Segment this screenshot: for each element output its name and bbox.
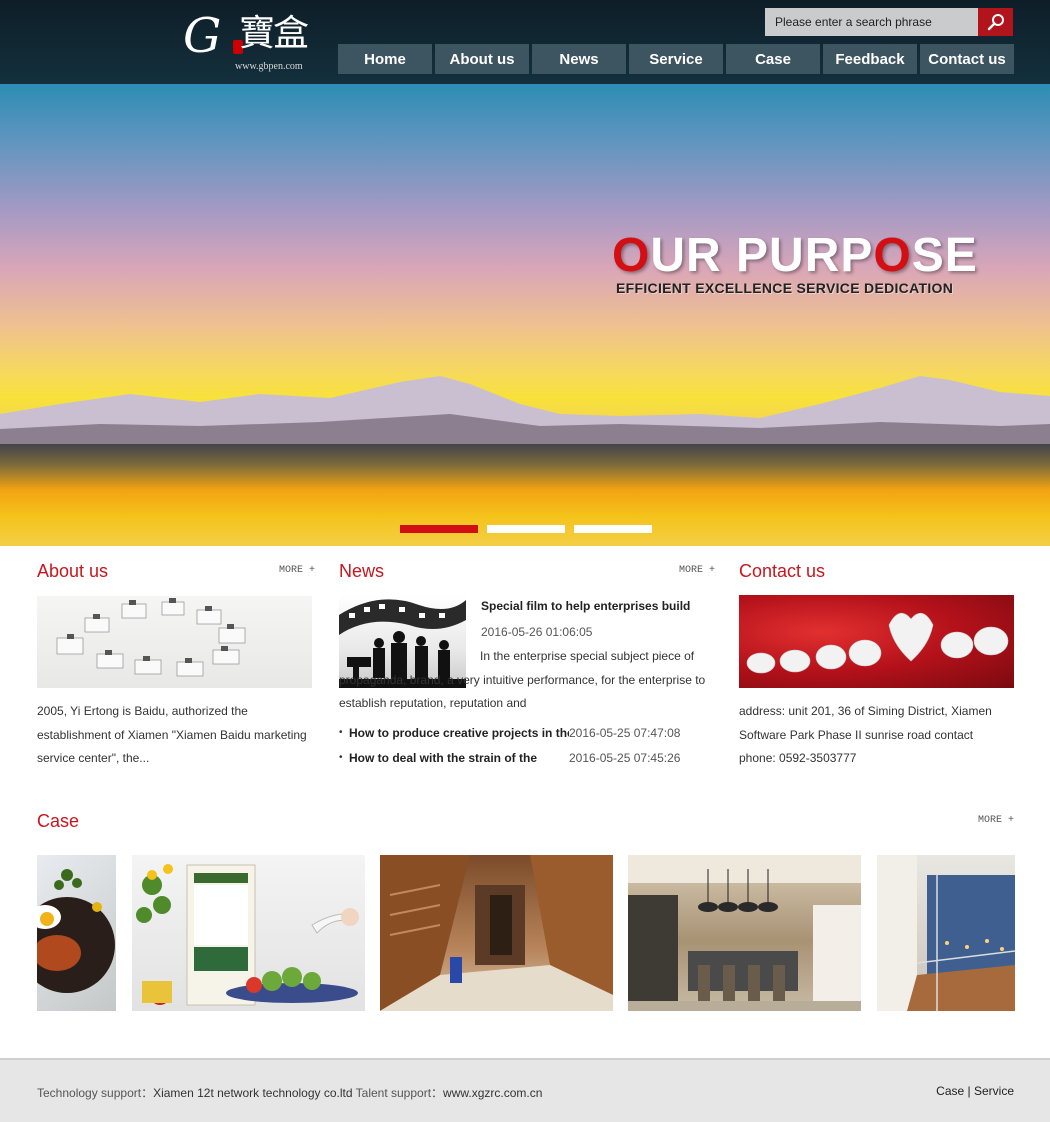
about-image <box>37 596 312 688</box>
nav-about-us[interactable]: About us <box>435 44 529 74</box>
about-more-link[interactable]: MORE + <box>279 565 315 577</box>
slider-dot-2[interactable] <box>487 525 565 533</box>
contact-phone: phone: 0592-3503777 <box>739 751 857 765</box>
about-text: 2005, Yi Ertong is Baidu, authorized the… <box>37 704 307 765</box>
footer-talent-label: Talent support： <box>355 1086 444 1100</box>
logo-url: www.gbpen.com <box>235 61 303 72</box>
news-list: • How to produce creative projects in th… <box>339 720 717 770</box>
case-section-title: Case <box>37 811 80 831</box>
footer-credits: Technology support：Xiamen 12t network te… <box>37 1084 542 1101</box>
news-section-title: News <box>339 561 385 581</box>
bullet-icon: • <box>339 727 343 738</box>
contact-image <box>739 595 1014 688</box>
slider-dot-1[interactable] <box>400 525 478 533</box>
case-item-olive-oil[interactable] <box>132 855 365 1011</box>
nav-contact-us[interactable]: Contact us <box>920 44 1014 74</box>
interior-stairs-image <box>380 855 613 1011</box>
search-button[interactable] <box>978 8 1013 36</box>
header: G 寶盒 www.gbpen.com Home About us News Se… <box>0 0 1050 84</box>
news-item-title[interactable]: How to deal with the strain of the <box>349 751 569 765</box>
banner-title-part-3: O <box>873 229 912 282</box>
bullet-icon: • <box>339 752 343 763</box>
footer-tech-value[interactable]: Xiamen 12t network technology co.ltd <box>153 1086 352 1100</box>
office-desks-illustration <box>56 598 246 677</box>
contact-section-title: Contact us <box>739 561 826 581</box>
case-item-balcony[interactable] <box>877 855 1015 1011</box>
contact-address: address: unit 201, 36 of Siming District… <box>739 704 992 742</box>
news-item-date: 2016-05-25 07:47:08 <box>569 725 681 740</box>
kitchen-interior-image <box>628 855 861 1011</box>
case-more-link[interactable]: MORE + <box>978 815 1014 827</box>
banner-title: OUR PURPOSE <box>612 230 978 282</box>
nav-case[interactable]: Case <box>726 44 820 74</box>
footer-link-service[interactable]: Service <box>974 1084 1014 1098</box>
case-item-kitchen[interactable] <box>628 855 861 1011</box>
nav-home[interactable]: Home <box>338 44 432 74</box>
case-item-interior-stairs[interactable] <box>380 855 613 1011</box>
logo-chinese: 寶盒 <box>239 13 309 54</box>
food-dish-image <box>37 869 115 993</box>
news-featured-date: 2016-05-26 01:06:05 <box>481 625 593 639</box>
footer-link-case[interactable]: Case <box>936 1084 964 1098</box>
slider-dot-3[interactable] <box>574 525 652 533</box>
news-featured-summary: In the enterprise special subject piece … <box>339 649 706 709</box>
page: G 寶盒 www.gbpen.com Home About us News Se… <box>0 0 1050 1122</box>
balcony-night-view-image <box>877 855 1015 1011</box>
news-featured-title[interactable]: Special film to help enterprises build <box>481 599 721 613</box>
main-nav: Home About us News Service Case Feedback… <box>338 44 1014 74</box>
banner-title-part-4: SE <box>911 229 978 282</box>
news-list-item: • How to deal with the strain of the 201… <box>339 745 717 770</box>
footer: Technology support：Xiamen 12t network te… <box>0 1058 1050 1122</box>
olive-oil-product-image <box>136 864 359 1006</box>
banner-title-part-2: UR PURP <box>650 229 874 282</box>
search-box <box>765 8 1013 36</box>
news-item-date: 2016-05-25 07:45:26 <box>569 750 681 765</box>
footer-tech-label: Technology support： <box>37 1086 154 1100</box>
footer-talent-value[interactable]: www.xgzrc.com.cn <box>443 1086 542 1100</box>
case-item-food[interactable] <box>37 855 116 1011</box>
logo-mark: G <box>183 8 222 64</box>
search-input[interactable] <box>765 8 978 36</box>
news-more-link[interactable]: MORE + <box>679 565 715 577</box>
footer-separator: | <box>967 1084 971 1098</box>
hero-banner: OUR PURPOSE EFFICIENT EXCELLENCE SERVICE… <box>0 84 1050 546</box>
banner-subtitle: EFFICIENT EXCELLENCE SERVICE DEDICATION <box>616 280 954 296</box>
slider-pagination <box>400 525 652 533</box>
news-item-title[interactable]: How to produce creative projects in the <box>349 726 569 740</box>
about-section-title: About us <box>37 561 109 581</box>
nav-feedback[interactable]: Feedback <box>823 44 917 74</box>
white-gloves-heart-illustration <box>746 612 1009 674</box>
news-list-item: • How to produce creative projects in th… <box>339 720 717 745</box>
logo[interactable]: G 寶盒 www.gbpen.com <box>183 6 318 76</box>
nav-service[interactable]: Service <box>629 44 723 74</box>
contact-info: address: unit 201, 36 of Siming District… <box>739 700 1029 771</box>
search-icon <box>987 14 1004 31</box>
banner-title-part-1: O <box>612 229 651 282</box>
case-carousel <box>37 855 1015 1011</box>
footer-links: Case | Service <box>936 1084 1014 1098</box>
nav-news[interactable]: News <box>532 44 626 74</box>
